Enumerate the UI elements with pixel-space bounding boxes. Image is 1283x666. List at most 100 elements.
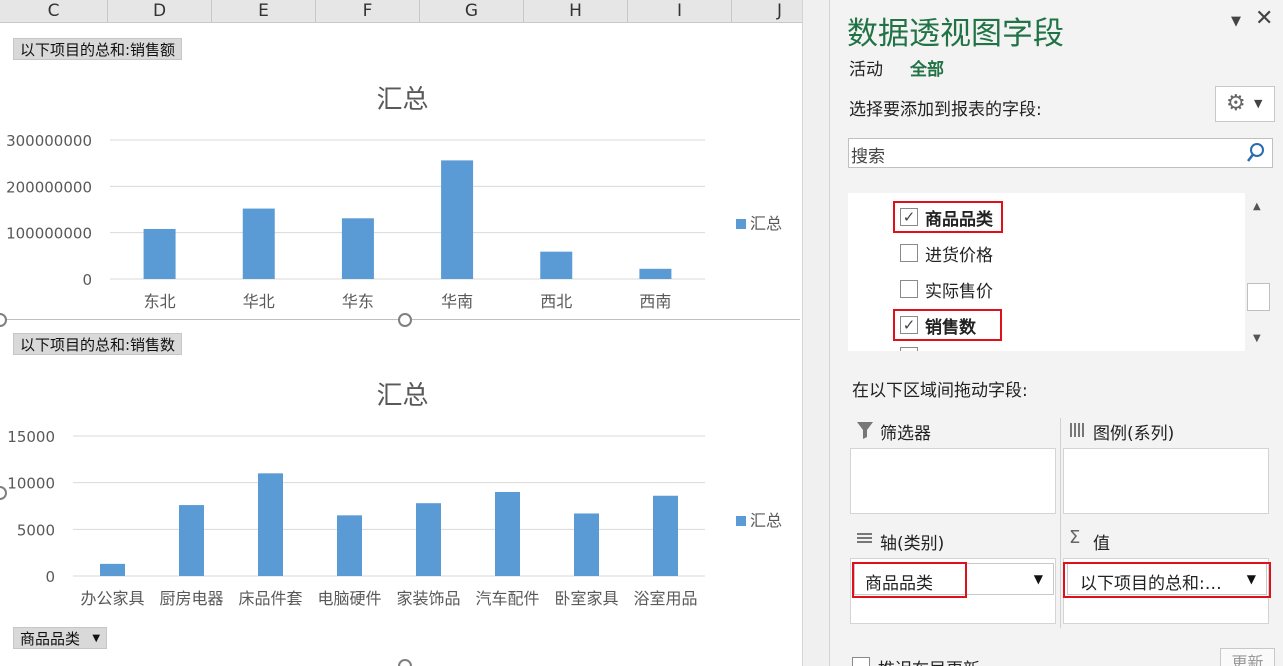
search-icon[interactable] — [1246, 142, 1266, 164]
column-header-g[interactable]: G — [420, 0, 524, 23]
excel-window: C D E F G H I J 以下项目的总和:销售额 汇总 0 10000000… — [0, 0, 1283, 666]
y-tick-label: 10000 — [7, 475, 55, 493]
zone-header: 图例(系列) — [1063, 416, 1269, 446]
column-header-d[interactable]: D — [108, 0, 212, 23]
scroll-up-icon[interactable]: ▲ — [1253, 201, 1261, 212]
bar[interactable] — [495, 492, 520, 576]
x-tick-label: 办公家具 — [80, 589, 144, 608]
x-tick-label: 华南 — [441, 292, 473, 311]
highlight-box — [893, 309, 1002, 341]
resize-handle[interactable] — [398, 313, 412, 327]
bar[interactable] — [143, 228, 176, 279]
field-list[interactable]: ✓ 商品品类 进货价格 实际售价 ✓ 销售数 ▲ ▼ — [848, 193, 1273, 351]
highlight-box — [852, 562, 967, 598]
tab-active[interactable]: 活动 — [849, 55, 883, 80]
field-list-scrollbar[interactable]: ▲ ▼ — [1245, 193, 1273, 351]
zone-header: 轴(类别) — [850, 526, 1056, 556]
zone-header: Σ 值 — [1063, 526, 1269, 556]
zone-title: 图例(系列) — [1093, 424, 1175, 444]
x-tick-label: 卧室家具 — [554, 589, 618, 608]
x-tick-label: 浴室用品 — [633, 589, 697, 608]
bar[interactable] — [341, 218, 374, 279]
y-tick-label: 0 — [82, 271, 92, 289]
column-headers: C D E F G H I J — [0, 0, 836, 23]
checkbox[interactable] — [852, 657, 870, 666]
chevron-down-icon: ▼ — [1254, 97, 1263, 110]
axis-field-button[interactable]: 商品品类 ▼ — [13, 627, 108, 649]
bar[interactable] — [258, 473, 283, 576]
zone-title: 筛选器 — [880, 424, 931, 444]
checkbox[interactable] — [900, 280, 918, 298]
zone-drop-area[interactable] — [1063, 448, 1269, 514]
legend-key — [736, 516, 746, 526]
column-header-c[interactable]: C — [0, 0, 108, 23]
bar[interactable] — [416, 503, 441, 576]
zone-title: 值 — [1093, 534, 1110, 554]
x-tick-label: 汽车配件 — [475, 589, 539, 608]
x-tick-label: 华东 — [342, 292, 374, 311]
y-tick-label: 200000000 — [6, 178, 92, 196]
x-tick-label: 床品件套 — [238, 589, 302, 608]
bar[interactable] — [242, 208, 275, 279]
zone-title: 轴(类别) — [880, 534, 945, 554]
legend-label: 汇总 — [750, 214, 782, 233]
field-label: 进货价格 — [925, 246, 993, 266]
x-tick-label: 西南 — [639, 292, 671, 311]
worksheet[interactable]: C D E F G H I J 以下项目的总和:销售额 汇总 0 10000000… — [0, 0, 836, 666]
search-input[interactable]: 搜索 — [848, 138, 1273, 168]
bar[interactable] — [540, 251, 573, 279]
close-icon[interactable]: ✕ — [1255, 6, 1273, 31]
update-button[interactable]: 更新 — [1220, 648, 1275, 666]
column-header-h[interactable]: H — [524, 0, 628, 23]
zone-header: 筛选器 — [850, 416, 1056, 446]
tab-all[interactable]: 全部 — [910, 55, 944, 80]
bar[interactable] — [653, 495, 678, 576]
bar[interactable] — [441, 160, 474, 279]
scroll-thumb[interactable] — [1247, 283, 1270, 311]
zone-divider — [1060, 418, 1061, 628]
x-tick-label: 东北 — [144, 292, 176, 311]
highlight-box — [893, 201, 1003, 233]
x-tick-label: 电脑硬件 — [317, 589, 381, 608]
bar[interactable] — [179, 505, 204, 576]
pivotchart-fields-pane: 数据透视图字段 ▼ ✕ 活动 全部 选择要添加到报表的字段: ⚙ ▼ 搜索 ✓ … — [830, 0, 1283, 666]
defer-label: 推迟布局更新 — [878, 655, 980, 666]
y-tick-label: 300000000 — [6, 132, 92, 150]
sigma-icon: Σ — [1069, 527, 1081, 548]
y-tick-label: 0 — [45, 568, 55, 586]
pane-options-dropdown-icon[interactable]: ▼ — [1231, 14, 1241, 29]
bar[interactable] — [337, 515, 362, 576]
rows-icon — [857, 533, 872, 543]
column-header-f[interactable]: F — [316, 0, 420, 23]
legend-label: 汇总 — [750, 511, 782, 530]
y-tick-label: 100000000 — [6, 225, 92, 243]
zone-drop-area[interactable] — [850, 448, 1056, 514]
tools-button[interactable]: ⚙ ▼ — [1215, 86, 1275, 122]
axis-field-button-label: 商品品类 — [20, 630, 81, 648]
highlight-box — [1063, 562, 1271, 598]
resize-handle[interactable] — [398, 659, 412, 666]
pivot-chart-sales-count[interactable]: 以下项目的总和:销售数 汇总 0 5000 10000 15000 办公家具 厨房电器 床品… — [0, 320, 800, 666]
scroll-down-icon[interactable]: ▼ — [1253, 333, 1261, 344]
search-placeholder: 搜索 — [851, 147, 885, 167]
bar[interactable] — [100, 563, 125, 576]
chevron-down-icon: ▼ — [92, 633, 101, 644]
checkbox[interactable] — [900, 244, 918, 262]
chart-plot-area[interactable]: 0 5000 10000 15000 办公家具 厨房电器 床品件套 电脑硬件 家装饰品 汽车配件卧… — [0, 320, 800, 666]
drag-fields-label: 在以下区域间拖动字段: — [852, 381, 1028, 401]
bar[interactable] — [639, 268, 672, 279]
pivot-chart-sales-amount[interactable]: 以下项目的总和:销售额 汇总 0 100000000 200000000 300000… — [0, 23, 800, 320]
x-tick-label: 华北 — [243, 292, 275, 311]
column-header-e[interactable]: E — [212, 0, 316, 23]
sheet-vertical-scrollbar[interactable] — [802, 0, 830, 666]
x-tick-label: 家装饰品 — [396, 589, 460, 608]
x-tick-label: 西北 — [540, 292, 572, 311]
chevron-down-icon[interactable]: ▼ — [1034, 572, 1043, 586]
pane-title: 数据透视图字段 — [847, 16, 1064, 52]
field-label: 实际售价 — [925, 282, 993, 302]
bar[interactable] — [574, 513, 599, 576]
chart-plot-area[interactable]: 0 100000000 200000000 300000000 东北 华北 华东 华南 西北 西南… — [0, 23, 800, 320]
column-header-i[interactable]: I — [628, 0, 732, 23]
checkbox[interactable] — [900, 347, 918, 351]
y-tick-label: 15000 — [7, 428, 55, 446]
